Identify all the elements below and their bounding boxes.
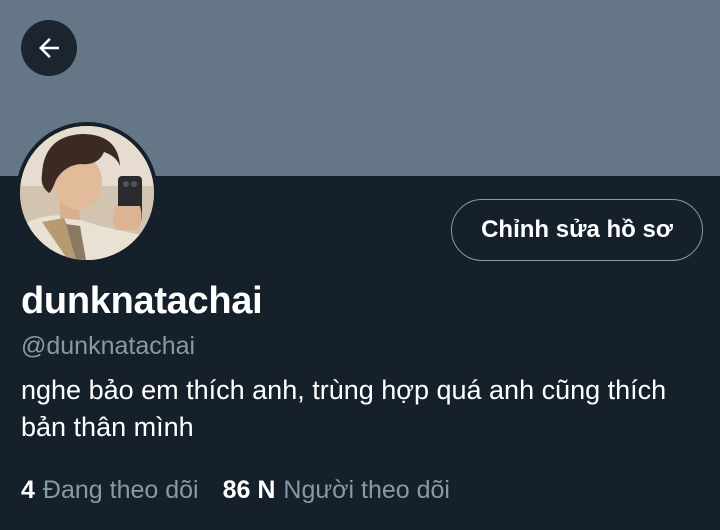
following-count: 4 [21, 476, 35, 504]
avatar-photo [20, 126, 154, 260]
follow-stats: 4 Đang theo dõi 86 N Người theo dõi [21, 476, 450, 505]
username-handle: @dunknatachai [21, 332, 196, 360]
followers-count: 86 N [222, 476, 276, 504]
back-button[interactable] [21, 20, 77, 76]
followers-link[interactable]: 86 N Người theo dõi [223, 476, 450, 505]
arrow-left-icon [39, 38, 59, 58]
following-label: Đang theo dõi [42, 476, 199, 504]
display-name: dunknatachai [21, 280, 263, 322]
avatar[interactable] [16, 122, 158, 264]
followers-label: Người theo dõi [283, 476, 450, 504]
following-link[interactable]: 4 Đang theo dõi [21, 476, 199, 505]
profile-bio: nghe bảo em thích anh, trùng hợp quá anh… [21, 375, 667, 442]
edit-profile-button[interactable]: Chỉnh sửa hồ sơ [451, 199, 703, 261]
